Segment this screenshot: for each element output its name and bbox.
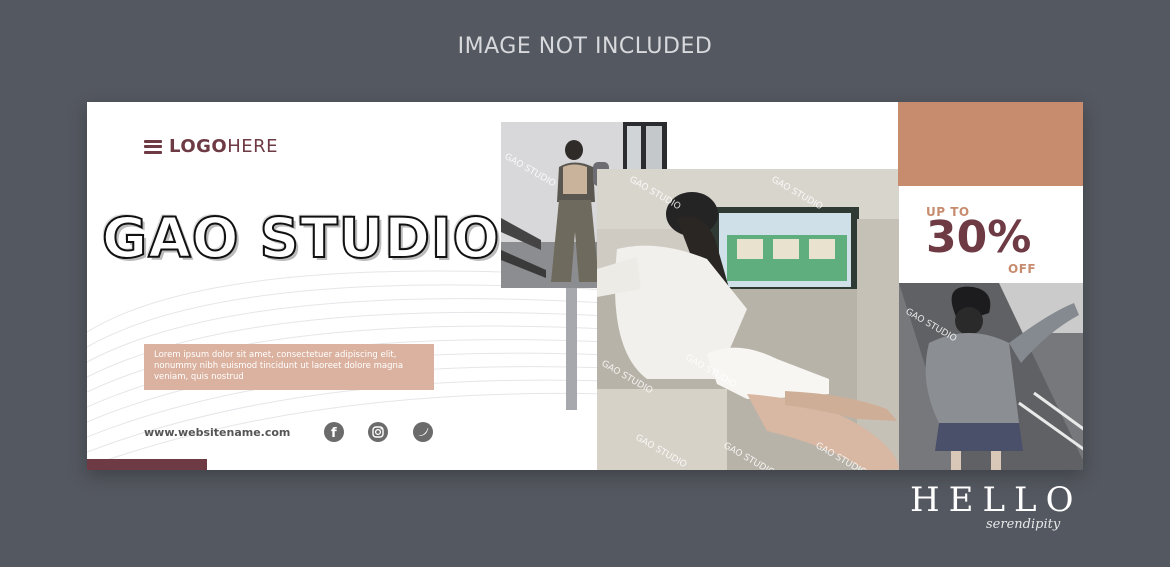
promo-percent: 30% bbox=[926, 212, 1032, 263]
photo-car: GAO STUDIO GAO STUDIO GAO STUDIO GAO STU… bbox=[597, 169, 899, 470]
logo-text-bold: LOGO bbox=[169, 136, 228, 157]
hamburger-menu-icon bbox=[144, 139, 162, 154]
serendipity-watermark: serendipity bbox=[986, 517, 1061, 532]
website-link[interactable]: www.websitename.com bbox=[144, 426, 290, 439]
body-text-box: Lorem ipsum dolor sit amet, consectetuer… bbox=[144, 344, 434, 390]
tan-color-block bbox=[898, 102, 1083, 186]
promo-banner: LOGO HERE GAO STUDIO Lorem ipsum dolor si… bbox=[87, 102, 1083, 470]
discount-promo: UP TO 30% OFF bbox=[926, 205, 1036, 276]
promo-off: OFF bbox=[1008, 262, 1037, 276]
facebook-icon[interactable]: f bbox=[324, 422, 344, 442]
hello-watermark: HELLO bbox=[910, 480, 1083, 520]
instagram-icon[interactable] bbox=[368, 422, 388, 442]
logo[interactable]: LOGO HERE bbox=[144, 136, 278, 157]
studio-title: GAO STUDIO bbox=[101, 205, 501, 271]
accent-bar bbox=[87, 459, 207, 470]
twitter-icon[interactable] bbox=[413, 422, 433, 442]
svg-text:f: f bbox=[331, 426, 337, 441]
logo-text-light: HERE bbox=[227, 136, 279, 157]
grey-accent-strip bbox=[566, 287, 577, 410]
photo-sidewalk: GAO STUDIO bbox=[899, 283, 1083, 470]
image-not-included-notice: IMAGE NOT INCLUDED bbox=[457, 34, 713, 59]
